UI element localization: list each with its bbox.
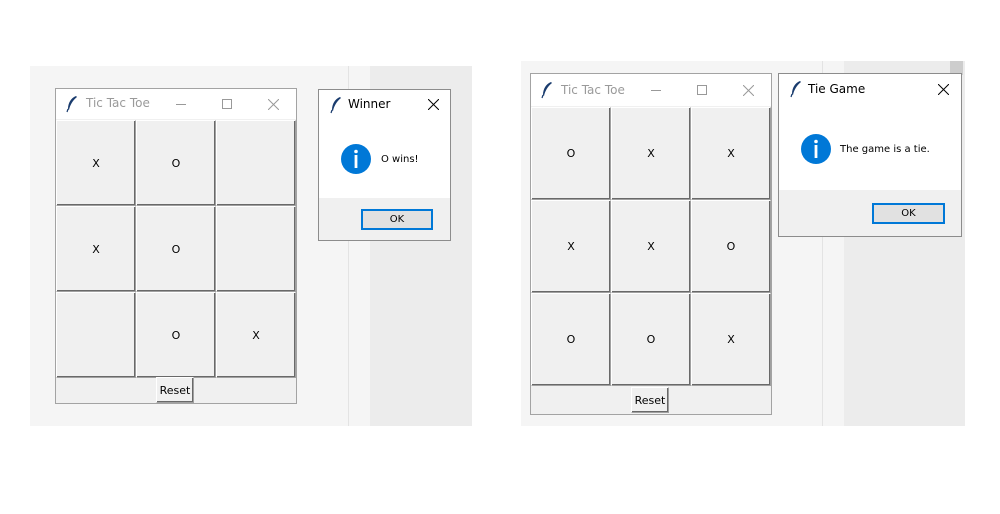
ok-button[interactable]: OK [361, 209, 433, 230]
game-board: X O X O O X [56, 120, 296, 378]
dialog-close-button[interactable] [415, 90, 451, 118]
board-cell[interactable]: X [56, 120, 136, 206]
tie-game-dialog: Tie Game The game is a tie. OK [778, 73, 962, 237]
board-cell[interactable]: O [611, 293, 691, 386]
board-cell[interactable]: X [691, 293, 771, 386]
close-icon [427, 98, 439, 110]
board-cell[interactable] [56, 292, 136, 378]
window-titlebar[interactable]: Tic Tac Toe [531, 74, 771, 106]
board-cell[interactable] [216, 120, 296, 206]
close-icon [742, 84, 754, 96]
ok-button[interactable]: OK [872, 203, 945, 224]
maximize-button[interactable] [204, 89, 250, 119]
board-cell[interactable]: X [611, 200, 691, 293]
board-cell[interactable]: O [136, 292, 216, 378]
tic-tac-toe-window: Tic Tac Toe O X X X X O O O X Reset [530, 73, 772, 415]
minimize-button[interactable] [633, 74, 679, 106]
tic-tac-toe-window: Tic Tac Toe X O X O O X Reset [55, 88, 297, 404]
reset-button[interactable]: Reset [631, 387, 669, 413]
board-cell[interactable]: O [136, 206, 216, 292]
maximize-button[interactable] [679, 74, 725, 106]
dialog-message: O wins! [381, 154, 419, 165]
minimize-icon [176, 104, 186, 105]
board-cell[interactable]: O [531, 293, 611, 386]
feather-icon [790, 81, 801, 98]
reset-button[interactable]: Reset [156, 377, 194, 403]
dialog-close-button[interactable] [925, 74, 961, 104]
info-icon [801, 134, 831, 164]
feather-icon [330, 97, 341, 114]
board-cell[interactable] [216, 206, 296, 292]
board-cell[interactable]: X [216, 292, 296, 378]
window-title: Tic Tac Toe [561, 83, 625, 97]
board-cell[interactable]: O [136, 120, 216, 206]
dialog-titlebar[interactable]: Winner [319, 90, 450, 118]
feather-icon [541, 82, 552, 99]
close-icon [267, 98, 279, 110]
board-cell[interactable]: X [56, 206, 136, 292]
right-screenshot: Tic Tac Toe O X X X X O O O X Reset Tie … [500, 0, 1000, 514]
info-icon [341, 144, 371, 174]
dialog-titlebar[interactable]: Tie Game [779, 74, 961, 104]
maximize-icon [697, 85, 707, 95]
board-cell[interactable]: X [611, 107, 691, 200]
dialog-title: Tie Game [808, 82, 866, 96]
winner-dialog: Winner O wins! OK [318, 89, 451, 241]
board-cell[interactable]: O [691, 200, 771, 293]
board-cell[interactable]: X [531, 200, 611, 293]
maximize-icon [222, 99, 232, 109]
minimize-icon [651, 90, 661, 91]
dialog-message: The game is a tie. [840, 144, 930, 155]
board-cell[interactable]: X [691, 107, 771, 200]
close-button[interactable] [250, 89, 296, 119]
feather-icon [66, 96, 77, 113]
dialog-title: Winner [348, 97, 391, 111]
left-screenshot: Tic Tac Toe X O X O O X Reset Winner O w… [0, 0, 500, 514]
game-board: O X X X X O O O X [531, 107, 771, 386]
close-icon [937, 83, 949, 95]
minimize-button[interactable] [158, 89, 204, 119]
window-titlebar[interactable]: Tic Tac Toe [56, 89, 296, 119]
board-cell[interactable]: O [531, 107, 611, 200]
close-button[interactable] [725, 74, 771, 106]
window-title: Tic Tac Toe [86, 96, 150, 110]
